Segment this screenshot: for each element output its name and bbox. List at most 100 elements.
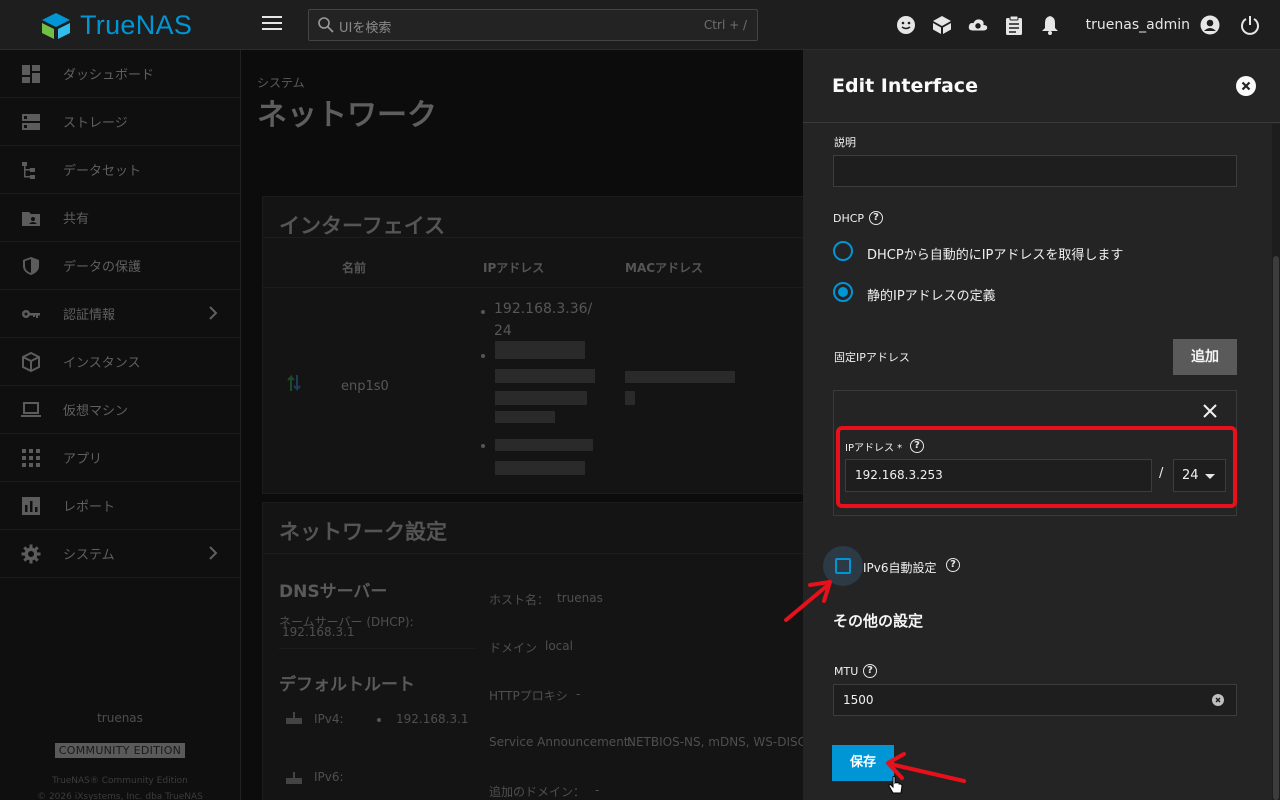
feedback-icon[interactable]: [896, 15, 916, 35]
router-icon: [286, 712, 302, 724]
sidebar-item-instances[interactable]: インスタンス: [0, 338, 240, 386]
domain-label: ドメイン: [489, 641, 538, 655]
top-bar: TrueNAS UIを検索 Ctrl + / truenas_admin: [0, 0, 1280, 50]
ip-help-icon[interactable]: ?: [910, 439, 924, 453]
cloud-icon[interactable]: [968, 15, 988, 35]
sidebar-item-credentials[interactable]: 認証情報: [0, 290, 240, 338]
key-icon: [22, 309, 40, 318]
truenas-logo[interactable]: TrueNAS: [38, 10, 192, 41]
interfaces-title: インターフェイス: [279, 214, 446, 238]
truecommand-icon[interactable]: [932, 15, 952, 35]
mtu-help-icon[interactable]: ?: [863, 664, 877, 678]
bell-icon[interactable]: [1040, 15, 1060, 35]
dhcp-radio[interactable]: [833, 241, 853, 261]
main-content: システム ネットワーク インターフェイス 名前 IPアドレス MACアドレス e…: [241, 50, 803, 800]
dhcp-option-label[interactable]: DHCPから自動的にIPアドレスを取得します: [867, 244, 1123, 263]
column-header-ip[interactable]: IPアドレス: [483, 259, 544, 276]
breadcrumb[interactable]: システム: [257, 74, 305, 91]
copyright-text-2[interactable]: © 2026 iXsystems, Inc. dba TrueNAS: [0, 792, 240, 800]
dns-title: DNSサーバー: [279, 582, 388, 602]
sidebar-label: ストレージ: [63, 116, 128, 131]
sidebar-label: アプリ: [63, 452, 103, 467]
add-alias-button[interactable]: 追加: [1173, 339, 1237, 375]
laptop-icon: [21, 401, 41, 417]
other-settings-title: その他の設定: [833, 612, 924, 630]
extra-domains-label: 追加のドメイン：: [489, 785, 586, 799]
sidebar-item-dashboard[interactable]: ダッシュボード: [0, 50, 240, 98]
sidebar-label: 認証情報: [63, 308, 116, 323]
sidebar-item-storage[interactable]: ストレージ: [0, 98, 240, 146]
static-ip-radio[interactable]: [833, 282, 853, 302]
gear-icon: [21, 544, 41, 563]
drawer-title: Edit Interface: [832, 75, 978, 97]
service-value: NETBIOS-NS, mDNS, WS-DISCO: [627, 735, 803, 749]
sidebar-item-reports[interactable]: レポート: [0, 482, 240, 530]
clear-icon[interactable]: [1212, 694, 1224, 706]
username[interactable]: truenas_admin: [1086, 17, 1190, 33]
sidebar-item-system[interactable]: システム: [0, 530, 240, 578]
save-button[interactable]: 保存: [832, 745, 894, 781]
edition-badge: COMMUNITY EDITION: [54, 743, 186, 758]
sidebar-label: 共有: [63, 212, 90, 227]
chevron-down-icon: [1205, 474, 1215, 479]
chevron-right-icon: [209, 306, 218, 320]
dhcp-help-icon[interactable]: ?: [869, 211, 883, 225]
ipv4-value: 192.168.3.1: [396, 712, 469, 726]
static-option-label[interactable]: 静的IPアドレスの定義: [867, 285, 996, 304]
truenas-logo-icon: [42, 12, 70, 39]
scrollbar-thumb[interactable]: [1273, 256, 1279, 800]
truenas-app: TrueNAS UIを検索 Ctrl + / truenas_admin ダッシ…: [0, 0, 1280, 800]
interfaces-card: インターフェイス 名前 IPアドレス MACアドレス enp1s0 192.16…: [262, 196, 803, 494]
hand-cursor-icon: [888, 776, 903, 794]
ipv6-auto-checkbox[interactable]: [835, 558, 851, 574]
close-icon[interactable]: [1236, 76, 1256, 96]
share-icon: [22, 211, 40, 226]
interface-name[interactable]: enp1s0: [341, 379, 389, 394]
sidebar-label: ダッシュボード: [63, 68, 155, 83]
sidebar-footer: truenas COMMUNITY EDITION TrueNAS® Commu…: [0, 711, 240, 800]
drawer-header: Edit Interface: [803, 50, 1280, 123]
column-header-mac[interactable]: MACアドレス: [625, 259, 703, 276]
sidebar-item-datasets[interactable]: データセット: [0, 146, 240, 194]
proxy-value: -: [576, 687, 581, 701]
brand-name: TrueNAS: [80, 10, 193, 40]
mtu-input[interactable]: 1500: [833, 684, 1237, 716]
shield-icon: [23, 256, 39, 275]
sidebar-item-shares[interactable]: 共有: [0, 194, 240, 242]
interface-ip-mask: 24: [494, 323, 512, 339]
netmask-value: 24: [1182, 468, 1199, 483]
sidebar-label: インスタンス: [63, 356, 141, 371]
redacted-ip: [495, 461, 585, 475]
clipboard-icon[interactable]: [1004, 15, 1024, 35]
chevron-right-icon: [209, 546, 218, 560]
chart-icon: [22, 496, 40, 515]
description-input[interactable]: [833, 155, 1237, 187]
ip-address-label: IPアドレス *: [845, 443, 903, 454]
account-icon[interactable]: [1200, 15, 1220, 35]
redacted-ip: [495, 341, 585, 359]
ip-address-input[interactable]: 192.168.3.253: [845, 459, 1152, 492]
netmask-select[interactable]: 24: [1173, 459, 1226, 492]
remove-alias-icon[interactable]: [1201, 402, 1219, 420]
list-bullet: [481, 310, 485, 314]
power-icon[interactable]: [1240, 15, 1260, 35]
network-config-card: ネットワーク設定 DNSサーバー ネームサーバー (DHCP): 192.168…: [262, 502, 803, 800]
search-shortcut: Ctrl + /: [703, 18, 747, 32]
sidebar-label: システム: [63, 548, 115, 563]
dhcp-label: DHCP: [833, 212, 865, 225]
list-bullet: [481, 444, 485, 448]
sidebar-label: データの保護: [63, 260, 142, 275]
storage-icon: [22, 113, 40, 130]
sidebar-item-data-protection[interactable]: データの保護: [0, 242, 240, 290]
column-header-name[interactable]: 名前: [342, 259, 366, 276]
menu-toggle-icon[interactable]: [262, 16, 282, 34]
cube-icon: [22, 351, 40, 372]
domain-value: local: [545, 639, 573, 653]
redacted-ip: [495, 411, 555, 423]
search-box[interactable]: UIを検索 Ctrl + /: [308, 9, 758, 41]
ipv6-auto-label[interactable]: IPv6自動設定: [863, 559, 937, 576]
ipv6-help-icon[interactable]: ?: [946, 558, 960, 572]
sidebar-item-apps[interactable]: アプリ: [0, 434, 240, 482]
sidebar-item-vms[interactable]: 仮想マシン: [0, 386, 240, 434]
route-title: デフォルトルート: [279, 675, 415, 695]
